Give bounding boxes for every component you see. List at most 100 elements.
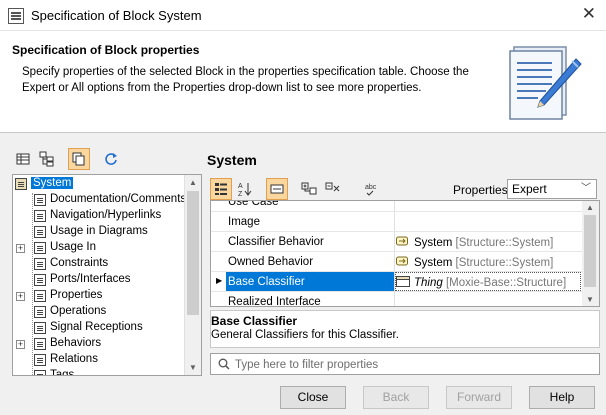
tree-item[interactable]: Tags <box>13 368 188 376</box>
categorized-button[interactable] <box>210 178 232 200</box>
categorized-icon <box>215 183 227 195</box>
filter-input[interactable] <box>235 356 585 373</box>
value-owner-path: [Structure::System] <box>455 237 554 249</box>
property-row[interactable]: Image <box>211 212 584 232</box>
header-title: Specification of Block properties <box>12 43 200 57</box>
properties-label: Properties: <box>453 183 512 197</box>
tree-item[interactable]: + Properties <box>13 288 188 304</box>
properties-dropdown-value: Expert <box>512 182 547 196</box>
property-value[interactable]: Thing [Moxie-Base::Structure] <box>396 276 566 289</box>
property-name: Owned Behavior <box>228 256 314 268</box>
collapse-all-icon <box>325 182 340 192</box>
tree-item[interactable]: Constraints <box>13 256 188 272</box>
property-description: Base Classifier General Classifiers for … <box>210 310 600 348</box>
category-page-icon <box>34 226 46 238</box>
show-description-button[interactable] <box>266 178 288 200</box>
window-title: Specification of Block System <box>31 8 202 23</box>
collapse-all-button[interactable] <box>322 178 344 200</box>
expand-all-icon <box>301 182 317 195</box>
chevron-down-icon: ﹀ <box>581 183 591 194</box>
category-page-icon <box>34 354 46 366</box>
tree-item[interactable]: System <box>13 176 188 192</box>
property-name: Use Case <box>228 200 279 208</box>
category-page-icon <box>34 274 46 286</box>
tree-item-label: Operations <box>50 305 107 317</box>
tree-table-view-button[interactable] <box>12 148 34 170</box>
specification-tree[interactable]: System Documentation/Comments Navigation/H… <box>12 174 202 376</box>
spelling-button[interactable]: abc <box>362 178 384 200</box>
back-button[interactable]: Back <box>363 386 429 409</box>
tree-item[interactable]: + Behaviors <box>13 336 188 352</box>
properties-table[interactable]: Use Case Image Classifier Behavior System… <box>210 200 600 307</box>
block-icon <box>15 178 27 190</box>
tree-item-label: Navigation/Hyperlinks <box>50 209 162 221</box>
property-row[interactable]: ▶ Base Classifier Thing [Moxie-Base::Struc… <box>211 272 584 292</box>
tree-scroll-thumb[interactable] <box>187 191 199 315</box>
tree-item-label: Signal Receptions <box>50 321 143 333</box>
expand-all-button[interactable] <box>298 178 320 200</box>
property-row[interactable]: Realized Interface <box>211 292 584 307</box>
tree-item[interactable]: Signal Receptions <box>13 320 188 336</box>
properties-dropdown[interactable]: Expert ﹀ <box>507 179 597 199</box>
value-text: System <box>414 257 453 269</box>
abc-spelling-icon: abc <box>365 184 377 196</box>
properties-toolbar: A Z abc Properties: Expert ﹀ <box>210 178 600 200</box>
forward-button[interactable]: Forward <box>446 386 512 409</box>
property-row[interactable]: Use Case <box>211 200 584 212</box>
tree-item[interactable]: + Usage In <box>13 240 188 256</box>
help-button[interactable]: Help <box>529 386 595 409</box>
tree-item-label: Usage in Diagrams <box>50 225 148 237</box>
tree-item-label: Documentation/Comments <box>50 193 187 205</box>
hierarchy-view-button[interactable] <box>36 148 58 170</box>
tree-item[interactable]: Relations <box>13 352 188 368</box>
copy-view-button[interactable] <box>68 148 90 170</box>
tree-item-label: Tags <box>50 369 75 376</box>
description-text: General Classifiers for this Classifier. <box>211 329 399 341</box>
property-value[interactable]: System [Structure::System] <box>396 256 553 269</box>
scroll-up-icon[interactable]: ▲ <box>586 203 594 212</box>
category-page-icon <box>34 242 46 254</box>
property-name: Realized Interface <box>228 296 321 307</box>
tree-item-label: Ports/Interfaces <box>50 273 131 285</box>
category-page-icon <box>34 370 46 375</box>
sort-alphabetical-button[interactable]: A Z <box>234 178 256 200</box>
category-page-icon <box>34 322 46 334</box>
element-title: System <box>207 152 257 168</box>
expand-icon[interactable]: + <box>16 292 25 301</box>
properties-scrollbar[interactable]: ▲ ▼ <box>582 201 599 306</box>
scroll-up-icon[interactable]: ▲ <box>189 178 197 187</box>
expand-icon[interactable]: + <box>16 244 25 253</box>
close-button[interactable]: Close <box>280 386 346 409</box>
scroll-down-icon[interactable]: ▼ <box>586 295 594 304</box>
value-owner-path: [Structure::System] <box>455 257 554 269</box>
category-page-icon <box>34 210 46 222</box>
scroll-down-icon[interactable]: ▼ <box>189 363 197 372</box>
svg-text:Z: Z <box>238 191 243 197</box>
app-icon <box>8 8 24 24</box>
behavior-icon <box>396 236 408 246</box>
refresh-button[interactable] <box>100 148 122 170</box>
title-bar: Specification of Block System ✕ <box>0 0 606 31</box>
search-icon <box>218 358 230 370</box>
properties-scroll-thumb[interactable] <box>584 215 596 287</box>
tree-item[interactable]: Usage in Diagrams <box>13 224 188 240</box>
property-value[interactable]: System [Structure::System] <box>396 236 553 249</box>
tree-item[interactable]: Documentation/Comments <box>13 192 188 208</box>
filter-box[interactable] <box>210 353 600 375</box>
header-description: Specify properties of the selected Block… <box>22 66 469 94</box>
dialog-header: Specification of Block properties Specif… <box>0 31 606 133</box>
tree-item[interactable]: Navigation/Hyperlinks <box>13 208 188 224</box>
svg-text:A: A <box>238 183 243 190</box>
tree-scrollbar[interactable]: ▲ ▼ <box>184 175 201 375</box>
expand-icon[interactable]: + <box>16 340 25 349</box>
svg-text:abc: abc <box>365 184 377 191</box>
dialog-buttons: Close Back Forward Help <box>0 382 606 415</box>
property-row[interactable]: Owned Behavior System [Structure::System] <box>211 252 584 272</box>
tree-item[interactable]: Ports/Interfaces <box>13 272 188 288</box>
tree-item[interactable]: Operations <box>13 304 188 320</box>
value-text: System <box>414 237 453 249</box>
property-row[interactable]: Classifier Behavior System [Structure::Sy… <box>211 232 584 252</box>
description-toggle-icon <box>270 184 284 194</box>
close-window-button[interactable]: ✕ <box>582 4 596 24</box>
refresh-icon <box>105 153 117 165</box>
